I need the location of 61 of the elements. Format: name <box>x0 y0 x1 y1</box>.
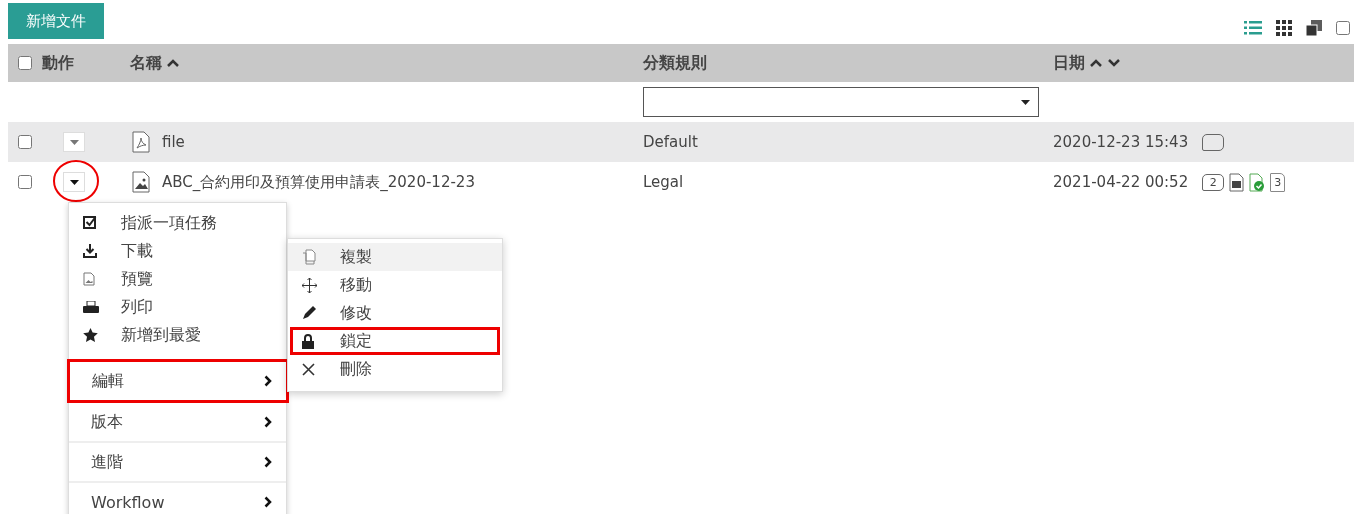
document-check-icon <box>1249 172 1266 192</box>
menu-item[interactable]: 列印 <box>83 293 286 321</box>
checked-box-icon <box>83 216 97 230</box>
pencil-icon <box>302 306 316 320</box>
column-header[interactable]: 動作 <box>42 52 74 74</box>
row-actions-toggle[interactable] <box>63 172 85 192</box>
sort-down-icon[interactable] <box>1107 58 1121 68</box>
submenu-item[interactable]: 進階 <box>69 443 286 483</box>
menu-item[interactable]: 複製 <box>288 243 502 271</box>
menu-item[interactable]: 刪除 <box>288 355 502 383</box>
row-actions-toggle[interactable] <box>63 132 85 152</box>
menu-item[interactable]: 鎖定 <box>290 327 500 355</box>
close-icon <box>302 362 315 376</box>
move-arrows-icon <box>302 277 317 293</box>
row-checkbox[interactable] <box>18 175 32 189</box>
menu-item[interactable]: 新增到最愛 <box>83 321 286 349</box>
comment-icon[interactable]: 2 <box>1202 173 1225 191</box>
pdf-file-icon <box>132 131 150 153</box>
category-filter-dropdown[interactable] <box>643 87 1039 117</box>
comment-icon[interactable] <box>1202 133 1225 151</box>
column-header[interactable]: 分類規則 <box>643 52 707 74</box>
column-header[interactable]: 日期 <box>1053 52 1085 74</box>
caret-icon <box>69 139 79 145</box>
submenu-item[interactable]: 版本 <box>69 403 286 443</box>
submenu-item[interactable]: Workflow <box>69 483 286 514</box>
stacked-pages-icon <box>1306 20 1322 36</box>
copy-icon <box>302 249 316 265</box>
version-icon[interactable]: 3 <box>1270 172 1286 192</box>
date-cell: 2020-12-23 15:43 <box>1053 133 1189 151</box>
category-cell-text: Default <box>643 133 699 151</box>
select-all-checkbox[interactable] <box>1336 21 1350 35</box>
chevron-right-icon <box>264 375 272 387</box>
star-icon <box>83 328 98 342</box>
category-cell-text: Legal <box>643 173 685 191</box>
header-checkbox[interactable] <box>18 56 32 70</box>
list-view-icon <box>1244 21 1262 35</box>
submenu-item[interactable]: 編輯 <box>67 359 289 403</box>
menu-item[interactable]: 修改 <box>288 299 502 327</box>
download-icon <box>83 244 97 258</box>
grid-view-icon <box>1276 20 1292 36</box>
row-checkbox[interactable] <box>18 135 32 149</box>
chevron-right-icon <box>264 496 272 508</box>
date-cell: 2021-04-22 00:52 <box>1053 173 1189 191</box>
column-header[interactable]: 名稱 <box>130 52 162 74</box>
chevron-right-icon <box>264 456 272 468</box>
chevron-right-icon <box>264 416 272 428</box>
file-name-link[interactable]: file <box>162 133 185 151</box>
image-file-icon <box>83 272 95 286</box>
sort-up-icon[interactable] <box>1089 58 1103 68</box>
menu-item[interactable]: 下載 <box>83 237 286 265</box>
image-file-icon <box>132 171 150 193</box>
printer-icon <box>83 301 99 313</box>
menu-item[interactable]: 移動 <box>288 271 502 299</box>
sort-up-icon[interactable] <box>166 58 180 68</box>
caret-icon <box>69 179 79 185</box>
lock-icon <box>302 333 314 349</box>
document-icon <box>1229 172 1245 192</box>
file-name-link[interactable]: ABC_合約用印及預算使用申請表_2020-12-23 <box>162 172 475 192</box>
menu-item[interactable]: 指派一項任務 <box>83 209 286 237</box>
dropdown-caret-icon <box>1021 99 1030 105</box>
menu-item[interactable]: 預覽 <box>83 265 286 293</box>
